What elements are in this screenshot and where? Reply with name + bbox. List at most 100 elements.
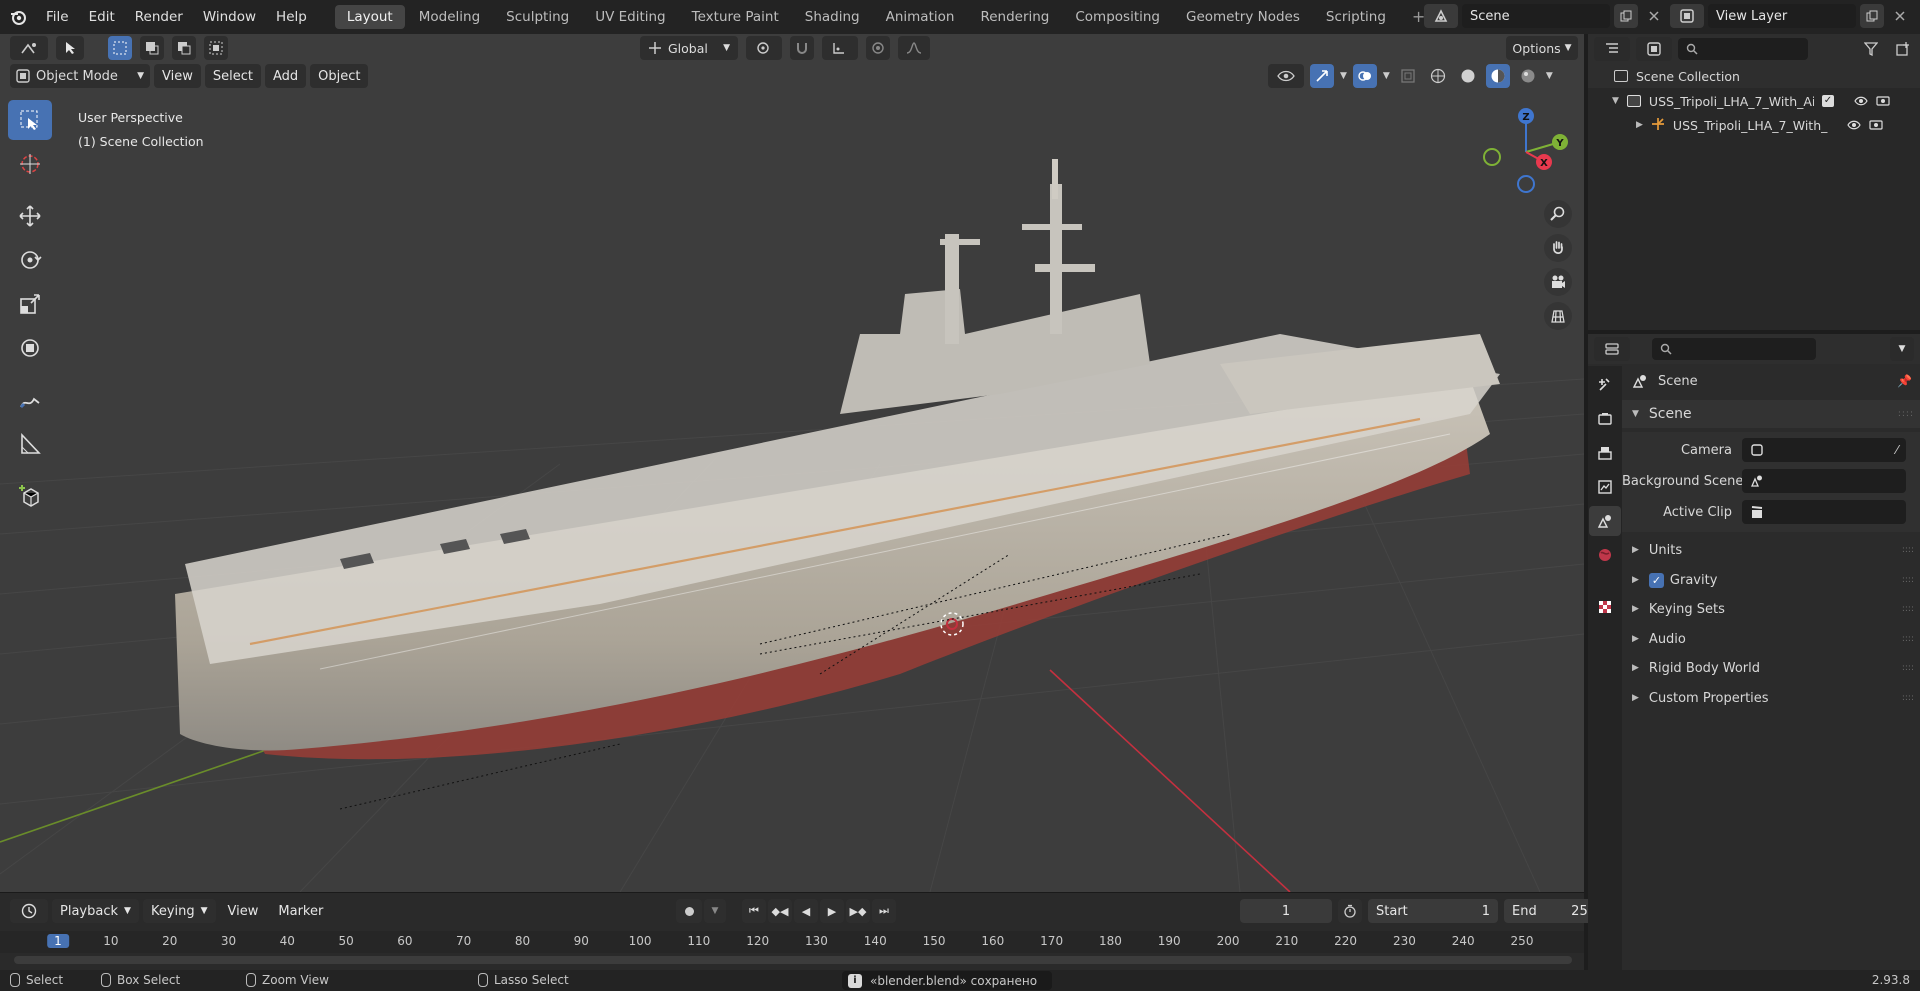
tab-sculpting[interactable]: Sculpting [494, 5, 581, 29]
collection-exclude-checkbox[interactable]: ✓ [1821, 95, 1834, 107]
properties-editor-type-button[interactable] [1594, 337, 1630, 361]
menu-edit[interactable]: Edit [79, 0, 125, 34]
timeline-scrollbar[interactable] [14, 956, 1572, 964]
drag-handle-icon[interactable]: :::: [1902, 634, 1914, 644]
gravity-checkbox[interactable]: ✓ [1648, 572, 1664, 588]
tab-animation[interactable]: Animation [874, 5, 967, 29]
camera-view-icon[interactable] [1544, 268, 1572, 296]
tab-shading[interactable]: Shading [793, 5, 872, 29]
scene-panel-header[interactable]: ▼ Scene :::: [1622, 400, 1920, 428]
tab-scripting[interactable]: Scripting [1314, 5, 1398, 29]
tab-uv-editing[interactable]: UV Editing [583, 5, 677, 29]
play-reverse-icon[interactable]: ◀ [794, 899, 818, 923]
properties-search-input[interactable] [1652, 338, 1816, 360]
frame-ruler[interactable]: 1 10 20 30 40 50 60 70 80 90 100 110 120 130 140 150 160… [0, 931, 1584, 953]
drag-handle-icon[interactable]: :::: [1902, 545, 1914, 555]
select-extend-icon[interactable] [140, 36, 164, 60]
status-report[interactable]: i «blender.blend» сохранено [842, 971, 1052, 990]
proportional-falloff-button[interactable] [898, 36, 930, 60]
tab-compositing[interactable]: Compositing [1063, 5, 1172, 29]
tab-modeling[interactable]: Modeling [407, 5, 492, 29]
drag-handle-icon[interactable]: :::: [1898, 409, 1914, 419]
expand-arrow-icon[interactable]: ▶ [1636, 120, 1643, 130]
visibility-dropdown[interactable] [1268, 64, 1304, 88]
view-layer-field[interactable]: View Layer [1708, 4, 1856, 28]
view-layer-copy-button[interactable] [1860, 4, 1884, 28]
current-frame-field[interactable]: 1 [1240, 899, 1332, 923]
view-layer-remove-button[interactable] [1888, 4, 1912, 28]
zoom-icon[interactable] [1544, 200, 1572, 228]
cursor-tool-icon[interactable] [8, 144, 52, 184]
scene-remove-button[interactable] [1642, 4, 1666, 28]
chevron-down-icon[interactable]: ▼ [1546, 71, 1553, 81]
rotate-tool-icon[interactable] [8, 240, 52, 280]
world-tab-icon[interactable] [1589, 540, 1621, 570]
snap-target-button[interactable] [822, 36, 858, 60]
measure-tool-icon[interactable] [8, 424, 52, 464]
current-frame-indicator[interactable]: 1 [47, 934, 69, 948]
active-clip-field[interactable] [1742, 500, 1906, 524]
navigation-gizmo[interactable]: Z Y X [1476, 102, 1576, 202]
tab-layout[interactable]: Layout [334, 5, 405, 29]
expand-arrow-icon[interactable]: ▼ [1612, 96, 1619, 106]
timeline-menu-marker[interactable]: Marker [270, 899, 331, 923]
render-camera-icon[interactable] [1876, 94, 1890, 109]
outliner-search-input[interactable] [1678, 38, 1808, 60]
units-panel-header[interactable]: ▶ Units :::: [1622, 538, 1920, 562]
move-tool-icon[interactable] [8, 196, 52, 236]
keying-dropdown[interactable]: Keying ▼ [142, 899, 216, 923]
rigid-body-world-panel-header[interactable]: ▶ Rigid Body World :::: [1622, 656, 1920, 680]
xray-toggle-icon[interactable] [1396, 64, 1420, 88]
menu-view[interactable]: View [154, 64, 201, 88]
keying-sets-panel-header[interactable]: ▶ Keying Sets :::: [1622, 597, 1920, 621]
solid-shading-icon[interactable] [1456, 64, 1480, 88]
outliner-editor-type-button[interactable] [1594, 37, 1630, 61]
output-tab-icon[interactable] [1589, 438, 1621, 468]
outliner-row-object[interactable]: ▶ USS_Tripoli_LHA_7_With_ [1588, 114, 1920, 136]
proportional-edit-button[interactable] [866, 36, 890, 60]
menu-object[interactable]: Object [310, 64, 369, 88]
new-collection-icon[interactable] [1892, 37, 1914, 61]
scene-tab-icon[interactable] [1589, 506, 1621, 536]
chevron-down-icon[interactable]: ▼ [1340, 71, 1347, 81]
transform-tool-icon[interactable] [8, 328, 52, 368]
tab-geometry-nodes[interactable]: Geometry Nodes [1174, 5, 1312, 29]
timeline-menu-view[interactable]: View [220, 899, 267, 923]
playback-dropdown[interactable]: Playback ▼ [52, 899, 139, 923]
menu-file[interactable]: File [36, 0, 79, 34]
drag-handle-icon[interactable]: :::: [1902, 663, 1914, 673]
custom-properties-panel-header[interactable]: ▶ Custom Properties :::: [1622, 686, 1920, 710]
texture-tab-icon[interactable] [1589, 592, 1621, 622]
eyedropper-icon[interactable]: ⁄ [1896, 443, 1898, 457]
blender-logo-icon[interactable] [0, 0, 36, 34]
scene-name-field[interactable]: Scene [1462, 4, 1610, 28]
outliner-row-scene-collection[interactable]: Scene Collection [1588, 64, 1920, 88]
audio-panel-header[interactable]: ▶ Audio :::: [1622, 627, 1920, 651]
material-preview-icon[interactable] [1485, 64, 1510, 88]
select-subtract-icon[interactable] [172, 36, 196, 60]
add-cube-tool-icon[interactable] [8, 476, 52, 516]
transform-orientation-dropdown[interactable]: Global ▼ [640, 36, 738, 60]
preview-range-icon[interactable] [1338, 899, 1362, 923]
menu-help[interactable]: Help [266, 0, 317, 34]
gizmo-toggle-icon[interactable] [1310, 64, 1334, 88]
gravity-panel-header[interactable]: ▶ ✓ Gravity :::: [1622, 568, 1920, 592]
wireframe-shading-icon[interactable] [1426, 64, 1450, 88]
annotate-tool-icon[interactable] [8, 380, 52, 420]
jump-start-icon[interactable]: ⏮ [742, 899, 766, 923]
properties-options-button[interactable]: ▼ [1890, 337, 1914, 361]
play-icon[interactable]: ▶ [820, 899, 844, 923]
background-scene-field[interactable] [1742, 469, 1906, 493]
scene-copy-button[interactable] [1614, 4, 1638, 28]
display-mode-button[interactable] [1636, 37, 1672, 61]
scale-tool-icon[interactable] [8, 284, 52, 324]
keying-set-button[interactable]: ▼ [704, 899, 726, 923]
pivot-point-button[interactable] [746, 36, 782, 60]
rendered-shading-icon[interactable] [1516, 64, 1540, 88]
timeline-editor-type-button[interactable] [10, 899, 48, 923]
pin-icon[interactable]: 📌 [1897, 374, 1912, 388]
filter-icon[interactable] [1856, 37, 1886, 61]
tab-rendering[interactable]: Rendering [968, 5, 1061, 29]
eye-icon[interactable] [1854, 94, 1868, 109]
select-box-tool-icon[interactable] [8, 100, 52, 140]
